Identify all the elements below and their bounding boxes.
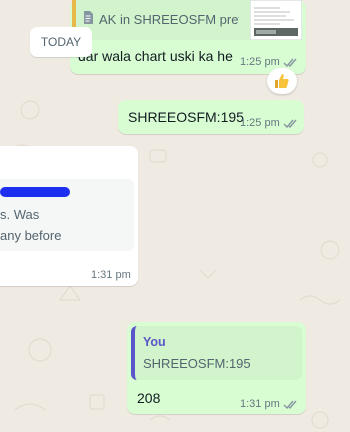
message-meta: 1:25 pm [240,117,299,129]
message-reaction[interactable] [267,68,297,94]
quoted-text-line: s. Was [0,207,40,222]
date-separator-label: TODAY [40,35,82,49]
double-check-icon [283,400,297,409]
message-time: 1:31 pm [91,269,131,281]
message-time: 1:25 pm [240,56,280,68]
message-text: 208 [137,390,161,406]
document-thumbnail [250,0,302,40]
message-time: 1:31 pm [240,398,280,410]
document-icon [84,11,93,24]
quoted-document-name: AK in SHREEOSFM pref [99,12,239,27]
message-text: SHREEOSFM:195 [128,109,244,125]
message-time: 1:25 pm [240,117,280,129]
redacted-author-name [0,187,70,197]
message-meta: 1:31 pm [240,398,299,410]
quoted-text: SHREEOSFM:195 [143,356,251,371]
quoted-document-preview[interactable]: AK in SHREEOSFM pref [72,0,302,40]
thumbs-up-reaction [275,74,289,88]
quoted-message[interactable]: s. Was any before [0,179,134,251]
message-meta: 1:25 pm [240,56,299,68]
message-bubble-outgoing[interactable]: AK in SHREEOSFM pref dar wala chart uski… [70,0,306,74]
quoted-text-line: any before [0,228,62,243]
double-check-icon [283,119,297,128]
quote-author: You [143,335,166,349]
message-bubble-outgoing[interactable]: SHREEOSFM:195 1:25 pm [118,100,304,134]
message-meta: 1:31 pm [91,269,131,281]
double-check-icon [283,58,297,67]
quoted-message[interactable]: You SHREEOSFM:195 [131,326,302,380]
date-separator: TODAY [30,27,92,57]
message-text: dar wala chart uski ka he [78,48,233,64]
message-bubble-incoming[interactable]: s. Was any before 1:31 pm [0,146,138,286]
